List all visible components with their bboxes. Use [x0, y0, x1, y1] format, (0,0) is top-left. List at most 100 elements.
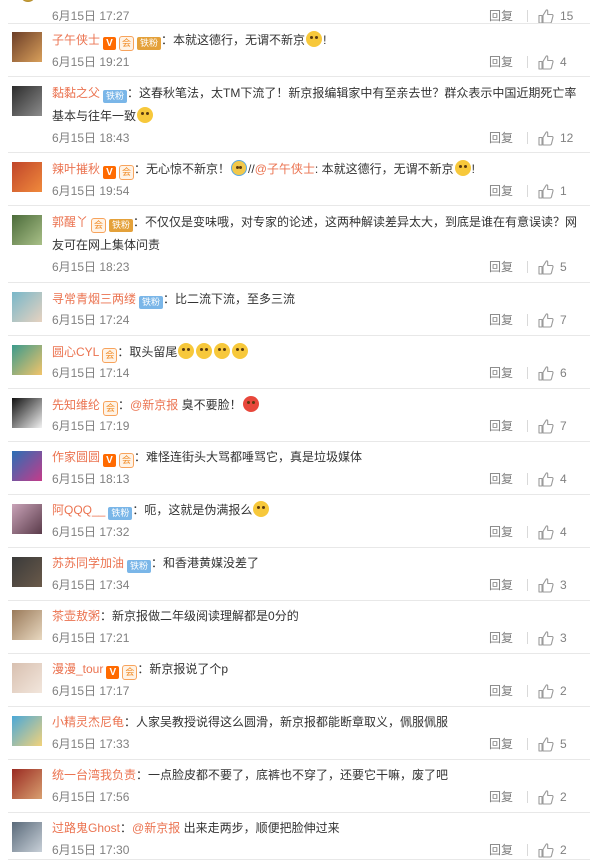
- comment-meta: 6月15日 17:21 回复 3: [52, 629, 586, 647]
- like-button[interactable]: 2: [538, 682, 574, 700]
- comment-text: 漫漫_tour V 会：新京报说了个p: [52, 658, 586, 681]
- username-link[interactable]: 先知维纶: [52, 398, 100, 412]
- reply-button[interactable]: 回复: [489, 258, 513, 276]
- avatar[interactable]: [12, 86, 42, 116]
- reply-button[interactable]: 回复: [489, 417, 513, 435]
- row-separator: [8, 205, 590, 206]
- reply-button[interactable]: 回复: [489, 576, 513, 594]
- smile-emoji-icon: [178, 343, 195, 359]
- avatar[interactable]: [12, 215, 42, 245]
- reply-button[interactable]: 回复: [489, 470, 513, 488]
- like-button[interactable]: 6: [538, 364, 574, 382]
- thumbs-up-icon: [538, 259, 554, 275]
- doge-emoji-icon: [137, 107, 154, 123]
- divider: [527, 738, 528, 750]
- angry-emoji-icon: [242, 396, 259, 412]
- reply-button[interactable]: 回复: [489, 129, 513, 147]
- like-button[interactable]: 1: [538, 182, 574, 200]
- comment-actions: 回复 7: [489, 311, 574, 329]
- avatar[interactable]: [12, 32, 42, 62]
- username-link[interactable]: 辣叶摧秋: [52, 162, 100, 176]
- reply-button[interactable]: 回复: [489, 682, 513, 700]
- reply-button[interactable]: 回复: [489, 735, 513, 753]
- avatar[interactable]: [20, 0, 36, 2]
- like-button[interactable]: 7: [538, 417, 574, 435]
- reply-button[interactable]: 回复: [489, 788, 513, 806]
- avatar[interactable]: [12, 769, 42, 799]
- avatar[interactable]: [12, 292, 42, 322]
- username-link[interactable]: 黏黏之父: [52, 86, 100, 100]
- divider: [527, 632, 528, 644]
- like-count: 2: [560, 843, 567, 857]
- like-count: 2: [560, 684, 567, 698]
- iron-fan-badge: 铁粉: [109, 219, 134, 232]
- like-button[interactable]: 7: [538, 311, 574, 329]
- username-link[interactable]: 苏苏同学加油: [52, 556, 124, 570]
- comment-body: !: [471, 162, 475, 176]
- comment-text: 子午侠士 V 会铁粉 ：本就这德行，无谓不新京!: [52, 29, 586, 52]
- comment-actions: 回复 2: [489, 841, 574, 859]
- mention-link[interactable]: @子午侠士: [255, 162, 315, 176]
- avatar[interactable]: [12, 663, 42, 693]
- username-link[interactable]: 作家圆圆: [52, 450, 100, 464]
- like-count: 4: [560, 525, 567, 539]
- like-button[interactable]: 4: [538, 53, 574, 71]
- username-link[interactable]: 茶壶敖粥: [52, 609, 100, 623]
- comment-text: 辣叶摧秋 V 会：无心惊不新京！ //@子午侠士: 本就这德行，无谓不新京!: [52, 158, 586, 181]
- reply-button[interactable]: 回复: [489, 182, 513, 200]
- avatar[interactable]: [12, 162, 42, 192]
- username-link[interactable]: 统一台湾我负责: [52, 768, 136, 782]
- member-badge: 会: [119, 165, 135, 180]
- like-button[interactable]: 4: [538, 523, 574, 541]
- mention-link[interactable]: @新京报: [130, 398, 178, 412]
- comment-body: ：新京报说了个p: [137, 662, 229, 676]
- username-link[interactable]: 阿QQQ__: [52, 503, 105, 517]
- like-button[interactable]: 3: [538, 629, 574, 647]
- username-link[interactable]: 圆心CYL: [52, 345, 99, 359]
- reply-button[interactable]: 回复: [489, 629, 513, 647]
- reply-button[interactable]: 回复: [489, 364, 513, 382]
- like-count: 6: [560, 366, 567, 380]
- comment-meta: 6月15日 17:14 回复 6: [52, 364, 586, 382]
- avatar[interactable]: [12, 557, 42, 587]
- avatar[interactable]: [12, 504, 42, 534]
- mention-link[interactable]: @新京报: [132, 821, 180, 835]
- like-button[interactable]: 5: [538, 735, 574, 753]
- username-link[interactable]: 漫漫_tour: [52, 662, 103, 676]
- thumbs-up-icon: [538, 130, 554, 146]
- divider: [527, 10, 528, 22]
- timestamp: 6月15日 17:21: [52, 631, 130, 645]
- row-separator: [8, 759, 590, 760]
- like-button[interactable]: 2: [538, 841, 574, 859]
- like-button[interactable]: 5: [538, 258, 574, 276]
- like-button[interactable]: 4: [538, 470, 574, 488]
- reply-button[interactable]: 回复: [489, 841, 513, 859]
- avatar[interactable]: [12, 451, 42, 481]
- thumbs-up-icon: [538, 630, 554, 646]
- avatar[interactable]: [12, 398, 42, 428]
- thumbs-up-icon: [538, 312, 554, 328]
- reply-button[interactable]: 回复: [489, 523, 513, 541]
- avatar[interactable]: [12, 345, 42, 375]
- like-button[interactable]: 2: [538, 788, 574, 806]
- username-link[interactable]: 过路鬼Ghost: [52, 821, 120, 835]
- avatar[interactable]: [12, 822, 42, 852]
- smile-emoji-icon: [214, 343, 231, 359]
- comment-actions: 回复 7: [489, 417, 574, 435]
- like-button[interactable]: 3: [538, 576, 574, 594]
- comment-actions: 回复 3: [489, 576, 574, 594]
- like-count: 7: [560, 419, 567, 433]
- avatar[interactable]: [12, 716, 42, 746]
- username-link[interactable]: 子午侠士: [52, 33, 100, 47]
- username-link[interactable]: 郭醒丫: [52, 215, 88, 229]
- avatar[interactable]: [12, 610, 42, 640]
- reply-button[interactable]: 回复: [489, 53, 513, 71]
- reply-button[interactable]: 回复: [489, 311, 513, 329]
- comment-body: //: [248, 162, 255, 176]
- username-link[interactable]: 寻常青烟三两缕: [52, 292, 136, 306]
- comment-meta: 6月15日 17:56 回复 2: [52, 788, 586, 806]
- like-button[interactable]: 12: [538, 129, 574, 147]
- member-badge: 会: [119, 36, 135, 51]
- row-separator: [8, 76, 590, 77]
- username-link[interactable]: 小精灵杰尼龟: [52, 715, 124, 729]
